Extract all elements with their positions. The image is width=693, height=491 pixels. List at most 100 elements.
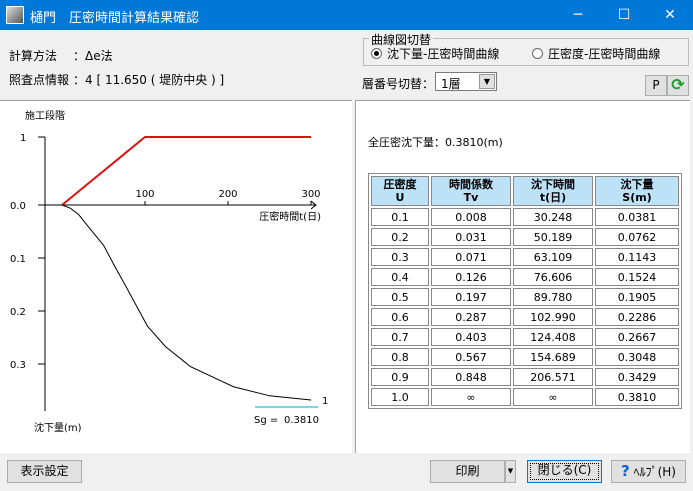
column-header: 圧密度 U	[371, 176, 429, 206]
table-row: 0.7 0.403 124.408 0.2667	[371, 328, 679, 346]
table-cell: 124.408	[513, 328, 593, 346]
table-cell: 30.248	[513, 208, 593, 226]
table-row: 0.5 0.197 89.780 0.1905	[371, 288, 679, 306]
series-label: 1	[322, 396, 328, 407]
help-label: ﾍﾙﾌﾟ(H)	[633, 465, 676, 479]
table-cell: 89.780	[513, 288, 593, 306]
table-cell: 154.689	[513, 348, 593, 366]
method-value: ：Δe法	[73, 49, 113, 63]
table-cell: 0.7	[371, 328, 429, 346]
table-cell: 0.031	[431, 228, 511, 246]
table-cell: 0.071	[431, 248, 511, 266]
column-header: 沈下量 S(m)	[595, 176, 679, 206]
construction-stage-line	[61, 136, 311, 206]
table-cell: 0.567	[431, 348, 511, 366]
method-label: 計算方法	[9, 49, 58, 63]
y-tick-label: 0.1	[10, 254, 26, 265]
header-text: 沈下量	[620, 178, 654, 191]
table-cell: 63.109	[513, 248, 593, 266]
display-settings-button[interactable]: 表示設定	[7, 460, 82, 483]
table-cell: 0.1	[371, 208, 429, 226]
stage-tick-label: 1	[20, 133, 26, 144]
table-cell: 0.3	[371, 248, 429, 266]
header-text: t(日)	[539, 191, 567, 204]
table-cell: 0.9	[371, 368, 429, 386]
table-cell: 0.848	[431, 368, 511, 386]
x-tick-label: 200	[218, 189, 237, 200]
table-cell: 0.3810	[595, 388, 679, 406]
header-text: 時間係数	[449, 178, 493, 191]
y-tick-label: 0.3	[10, 360, 26, 371]
table-cell: 50.189	[513, 228, 593, 246]
help-button[interactable]: ? ﾍﾙﾌﾟ(H)	[611, 460, 686, 483]
sg-value: 0.3810	[284, 415, 319, 426]
table-row: 1.0 ∞ ∞ 0.3810	[371, 388, 679, 406]
table-header-row: 圧密度 U 時間係数 Tv 沈下時間 t(日) 沈下量 S(m)	[371, 176, 679, 206]
table-cell: 0.3048	[595, 348, 679, 366]
radio-label: 沈下量-圧密時間曲線	[387, 47, 500, 61]
table-cell: 0.4	[371, 268, 429, 286]
settlement-curve	[61, 204, 312, 401]
table-row: 0.1 0.008 30.248 0.0381	[371, 208, 679, 226]
radio-settlement-curve[interactable]: 沈下量-圧密時間曲線	[371, 45, 499, 62]
column-header: 沈下時間 t(日)	[513, 176, 593, 206]
table-row: 0.4 0.126 76.606 0.1524	[371, 268, 679, 286]
table-cell: 0.8	[371, 348, 429, 366]
y-axis-label: 沈下量(m)	[34, 421, 82, 434]
window-title: 樋門 圧密時間計算結果確認	[30, 11, 200, 26]
table-cell: 0.1905	[595, 288, 679, 306]
close-button[interactable]: 閉じる(C)	[527, 460, 602, 483]
minimize-button[interactable]: ─	[555, 0, 601, 30]
point-value: ：4 [ 11.650 ( 堤防中央 ) ]	[73, 73, 225, 87]
layer-select[interactable]: 1層 ▼	[435, 72, 497, 91]
table-cell: 0.2	[371, 228, 429, 246]
table-cell: 0.0381	[595, 208, 679, 226]
p-button[interactable]: P	[645, 75, 667, 96]
chevron-down-icon: ▼	[479, 74, 495, 89]
table-cell: 0.6	[371, 308, 429, 326]
table-cell: 76.606	[513, 268, 593, 286]
table-cell: ∞	[513, 388, 593, 406]
header-text: 沈下時間	[531, 178, 575, 191]
table-row: 0.8 0.567 154.689 0.3048	[371, 348, 679, 366]
header-text: Tv	[463, 191, 479, 204]
point-label: 照査点情報	[9, 73, 70, 87]
layer-label: 層番号切替：	[362, 77, 435, 91]
print-button[interactable]: 印刷	[430, 460, 505, 483]
header-text: U	[395, 191, 405, 204]
table-cell: 0.1143	[595, 248, 679, 266]
total-settlement: 全圧密沈下量：0.3810(m)	[368, 136, 503, 149]
chart-title: 施工段階	[25, 109, 65, 122]
table-row: 0.2 0.031 50.189 0.0762	[371, 228, 679, 246]
results-table: 圧密度 U 時間係数 Tv 沈下時間 t(日) 沈下量 S(m) 0.1 0.008 30.248…	[368, 173, 682, 409]
table-cell: 206.571	[513, 368, 593, 386]
table-cell: 0.287	[431, 308, 511, 326]
help-icon: ?	[621, 462, 630, 480]
title-bar: 樋門 圧密時間計算結果確認 ─ ☐ ✕	[0, 0, 693, 30]
maximize-button[interactable]: ☐	[601, 0, 647, 30]
table-cell: 0.1524	[595, 268, 679, 286]
table-cell: 0.2286	[595, 308, 679, 326]
column-header: 時間係数 Tv	[431, 176, 511, 206]
table-row: 0.9 0.848 206.571 0.3429	[371, 368, 679, 386]
table-cell: 0.008	[431, 208, 511, 226]
table-cell: ∞	[431, 388, 511, 406]
settlement-chart: 施工段階 1 100 200 300 0.0 0.1 0.2 0.3 圧密時間t(日) 沈下量(m)…	[10, 109, 328, 434]
y-tick-label: 0.0	[10, 201, 26, 212]
header-text: 圧密度	[383, 178, 417, 191]
table-cell: 0.3429	[595, 368, 679, 386]
results-panel: 全圧密沈下量：0.3810(m) 圧密度 U 時間係数 Tv 沈下時間 t(日) 沈下量 S(…	[355, 100, 690, 453]
radio-consolidation-curve[interactable]: 圧密度-圧密時間曲線	[532, 45, 660, 62]
radio-selected-icon	[371, 48, 382, 59]
table-cell: 0.126	[431, 268, 511, 286]
table-cell: 0.2667	[595, 328, 679, 346]
table-cell: 0.197	[431, 288, 511, 306]
close-window-button[interactable]: ✕	[647, 0, 693, 30]
app-icon	[6, 6, 24, 24]
table-cell: 0.5	[371, 288, 429, 306]
refresh-icon[interactable]: ⟳	[667, 75, 689, 96]
x-tick-label: 100	[135, 189, 154, 200]
print-dropdown-icon[interactable]: ▼	[505, 460, 516, 483]
table-cell: 0.0762	[595, 228, 679, 246]
table-row: 0.3 0.071 63.109 0.1143	[371, 248, 679, 266]
